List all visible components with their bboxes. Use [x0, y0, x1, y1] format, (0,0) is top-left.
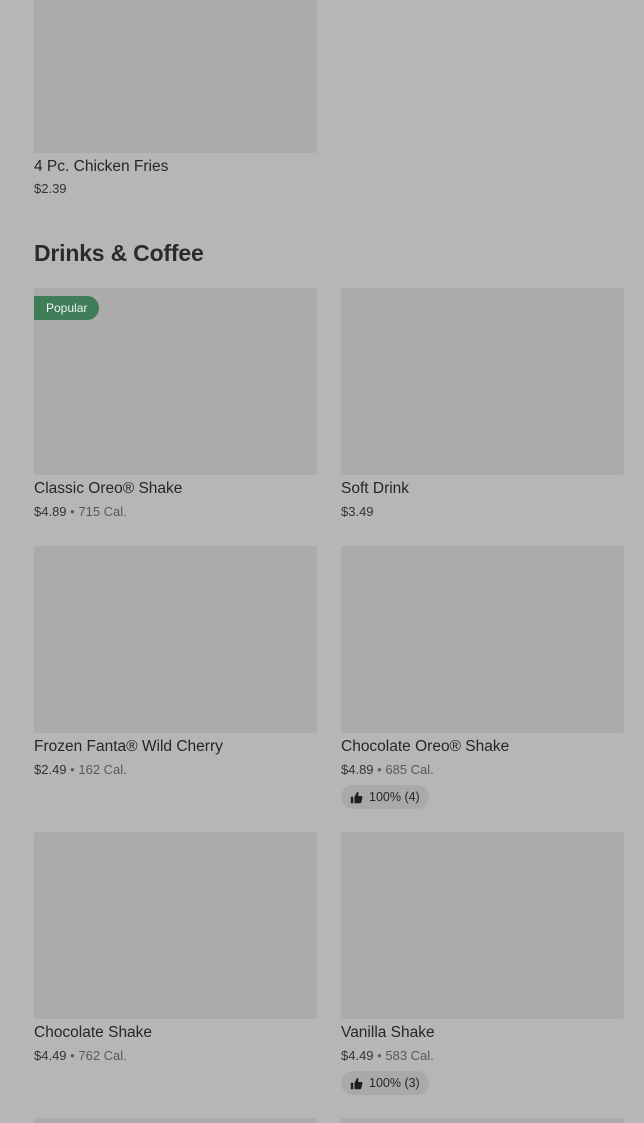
item-price: $4.49 [34, 1048, 67, 1063]
item-meta: $4.49 • 583 Cal. [341, 1047, 624, 1065]
item-price: $3.49 [341, 504, 374, 519]
item-price: $4.89 [341, 762, 374, 777]
item-calories: 762 Cal. [78, 1048, 127, 1063]
item-price: $4.89 [34, 504, 67, 519]
menu-item-card[interactable]: Popular Classic Oreo® Shake $4.89 • 715 … [34, 288, 317, 521]
item-image[interactable] [341, 1118, 624, 1123]
menu-item-card[interactable]: Soft Drink $3.49 [341, 288, 624, 521]
separator-dot: • [70, 762, 75, 777]
menu-page: 4 Pc. Chicken Fries $2.39 Drinks & Coffe… [0, 0, 644, 1123]
thumbs-up-icon [350, 791, 363, 803]
item-image[interactable] [341, 546, 624, 733]
menu-item-card[interactable]: Vanilla Shake $4.49 • 583 Cal. 100% (3) [341, 832, 624, 1095]
item-meta: $4.89 • 715 Cal. [34, 503, 317, 521]
item-price: $2.49 [34, 762, 67, 777]
item-name: Classic Oreo® Shake [34, 480, 183, 497]
menu-item-card[interactable]: Chocolate Shake $4.49 • 762 Cal. [34, 832, 317, 1065]
menu-item-card[interactable]: 4 Pc. Chicken Fries $2.39 [34, 0, 317, 198]
item-image[interactable] [341, 288, 624, 475]
rating-pill: 100% (4) [341, 785, 429, 809]
thumbs-up-icon [350, 1077, 363, 1089]
item-calories: 685 Cal. [385, 762, 434, 777]
item-image[interactable] [341, 832, 624, 1019]
section-title: Drinks & Coffee [34, 240, 204, 266]
item-meta: $2.49 • 162 Cal. [34, 761, 317, 779]
item-meta: $4.49 • 762 Cal. [34, 1047, 317, 1065]
item-image[interactable] [34, 0, 317, 153]
item-name: Vanilla Shake [341, 1024, 435, 1041]
menu-item-card[interactable] [34, 1118, 317, 1123]
rating-text: 100% (4) [369, 790, 420, 804]
item-image[interactable] [34, 546, 317, 733]
menu-item-card[interactable]: Chocolate Oreo® Shake $4.89 • 685 Cal. 1… [341, 546, 624, 809]
item-calories: 162 Cal. [78, 762, 127, 777]
item-name: Chocolate Oreo® Shake [341, 738, 510, 755]
item-calories: 583 Cal. [385, 1048, 434, 1063]
item-price: $2.39 [34, 181, 67, 196]
popular-badge: Popular [34, 296, 100, 320]
item-price: $4.49 [341, 1048, 374, 1063]
separator-dot: • [70, 504, 75, 519]
separator-dot: • [377, 762, 382, 777]
separator-dot: • [70, 1048, 75, 1063]
menu-item-card[interactable]: Frozen Fanta® Wild Cherry $2.49 • 162 Ca… [34, 546, 317, 779]
menu-item-card[interactable] [341, 1118, 624, 1123]
item-image[interactable]: Popular [34, 288, 317, 475]
item-meta: $3.49 [341, 503, 624, 521]
item-calories: 715 Cal. [78, 504, 127, 519]
rating-pill: 100% (3) [341, 1071, 429, 1095]
rating-text: 100% (3) [369, 1076, 420, 1090]
item-image[interactable] [34, 832, 317, 1019]
item-name: Chocolate Shake [34, 1024, 153, 1041]
item-image[interactable] [34, 1118, 317, 1123]
item-name: Frozen Fanta® Wild Cherry [34, 738, 223, 755]
item-meta: $2.39 [34, 180, 317, 198]
item-name: 4 Pc. Chicken Fries [34, 158, 169, 175]
item-meta: $4.89 • 685 Cal. [341, 761, 624, 779]
item-name: Soft Drink [341, 480, 410, 497]
separator-dot: • [377, 1048, 382, 1063]
